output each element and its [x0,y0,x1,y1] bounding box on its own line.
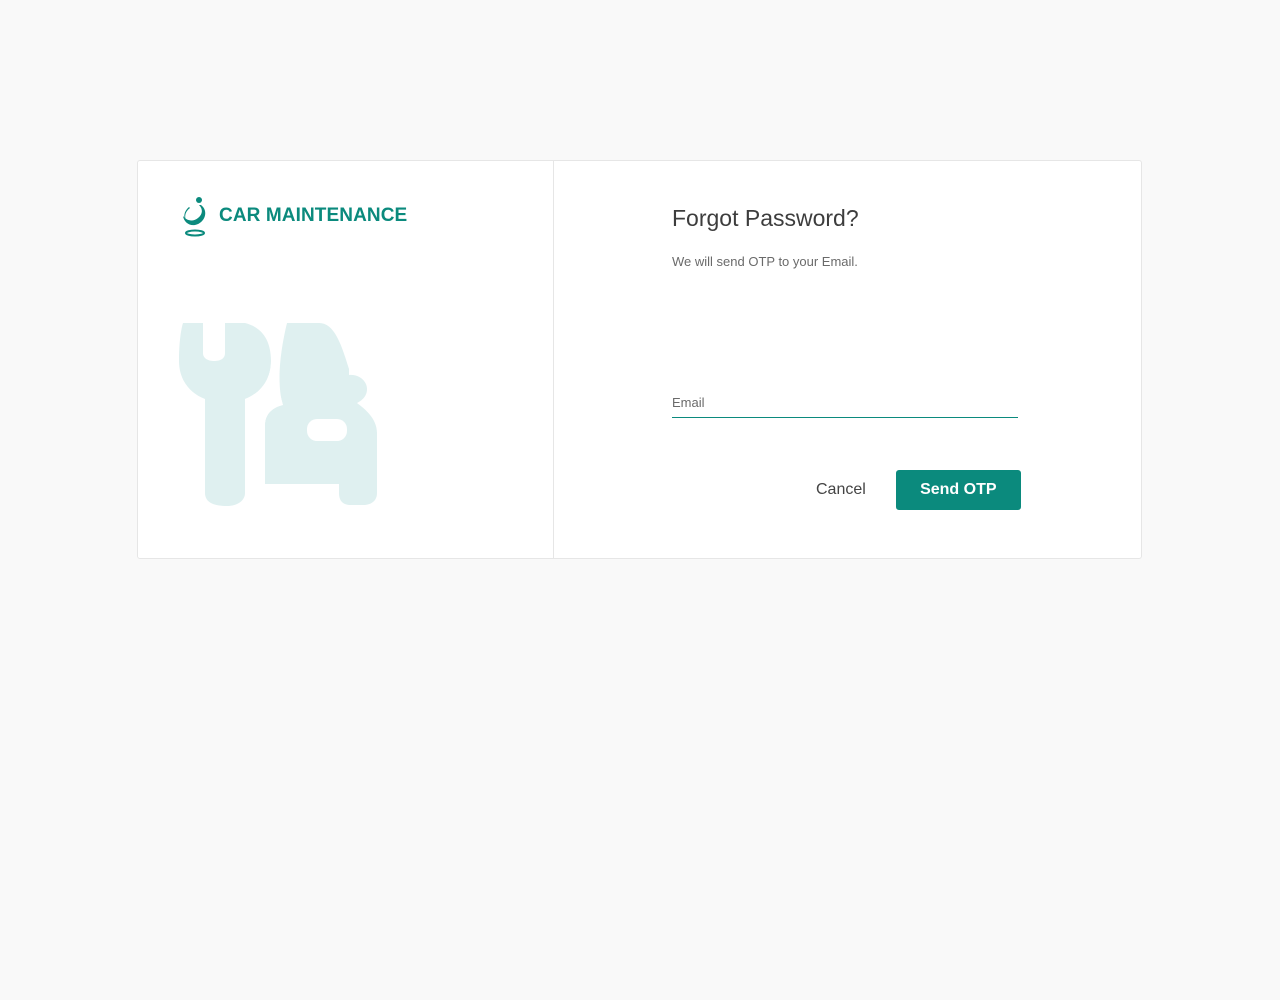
page-subtitle: We will send OTP to your Email. [672,254,858,269]
brand: CAR MAINTENANCE [179,195,407,237]
brand-name: CAR MAINTENANCE [219,205,408,226]
car-wrench-icon [179,323,377,506]
brand-panel: CAR MAINTENANCE [138,161,554,558]
send-otp-button[interactable]: Send OTP [895,470,1021,510]
page-title: Forgot Password? [672,205,859,231]
email-field [672,389,1018,418]
email-input[interactable] [672,389,1018,415]
cancel-button[interactable]: Cancel [802,470,880,510]
forgot-password-card: CAR MAINTENANCE Forgot Password? We will… [137,160,1142,559]
form-actions: Cancel Send OTP [802,470,1021,510]
leaf-person-icon [183,197,206,237]
form-panel: Forgot Password? We will send OTP to you… [554,161,1141,558]
